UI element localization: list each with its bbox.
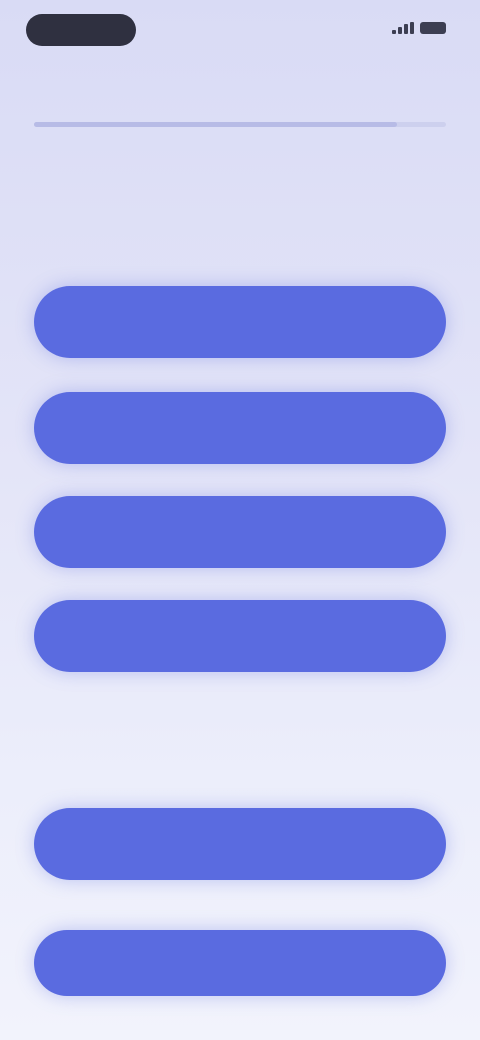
continue-button[interactable] xyxy=(34,930,446,996)
answer-option-3[interactable] xyxy=(34,496,446,568)
battery-icon xyxy=(420,22,446,34)
secondary-option-button[interactable] xyxy=(34,808,446,880)
status-icons xyxy=(392,22,446,34)
answer-option-2[interactable] xyxy=(34,392,446,464)
signal-icon xyxy=(392,22,414,34)
answer-option-1[interactable] xyxy=(34,286,446,358)
status-time-pill xyxy=(26,14,136,46)
progress-bar xyxy=(34,122,446,127)
answer-option-4[interactable] xyxy=(34,600,446,672)
status-bar xyxy=(0,0,480,60)
progress-bar-fill xyxy=(34,122,397,127)
